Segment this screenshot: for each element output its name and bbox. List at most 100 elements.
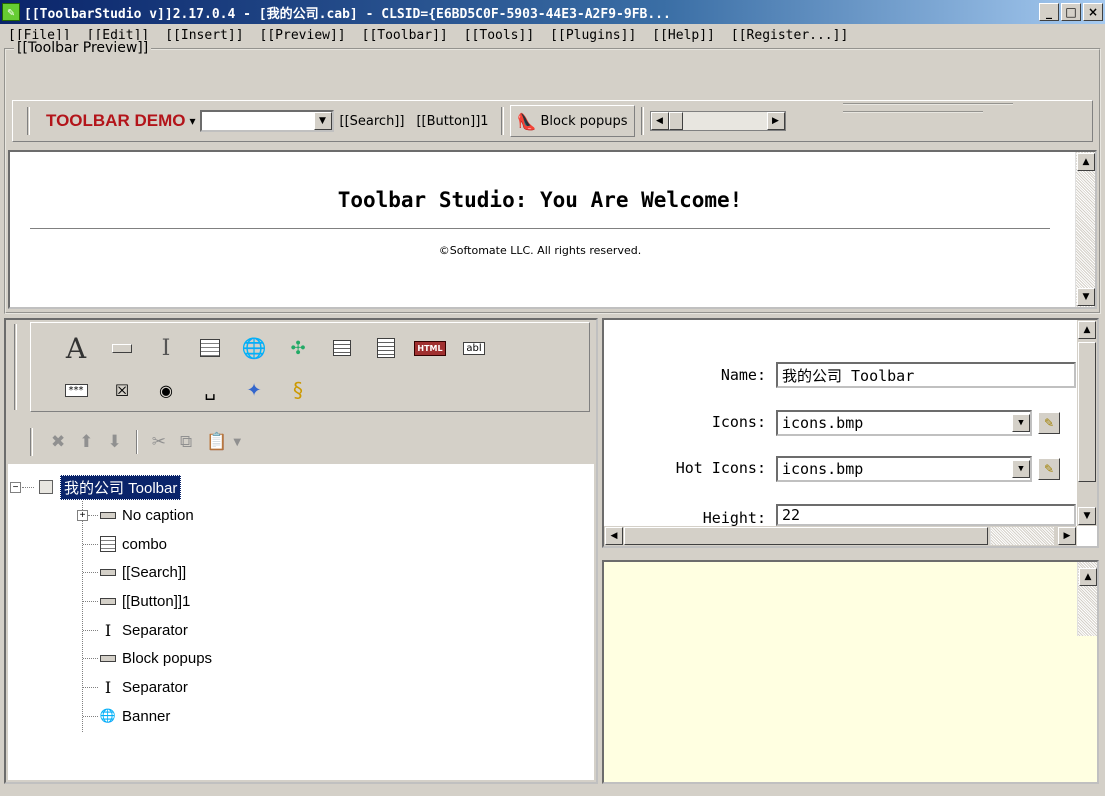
search-button[interactable]: [[Search]]: [340, 114, 405, 129]
banner-scrollbar[interactable]: ◀ ▶: [649, 111, 786, 131]
memo-icon[interactable]: [371, 333, 401, 363]
scroll-thumb[interactable]: [624, 527, 988, 545]
maximize-button[interactable]: □: [1061, 3, 1081, 21]
scroll-left-icon[interactable]: ◀: [650, 112, 669, 130]
name-field[interactable]: 我的公司 Toolbar: [776, 362, 1076, 388]
tree-item-search[interactable]: [[Search]]: [98, 560, 186, 584]
menu-tools[interactable]: [[Tools]]: [464, 28, 534, 43]
icons-label: Icons:: [711, 413, 766, 431]
text-icon[interactable]: A: [61, 332, 91, 365]
button-icon[interactable]: [107, 333, 137, 363]
cut-icon[interactable]: ✂: [152, 432, 166, 452]
toolbar-grip[interactable]: [27, 107, 30, 135]
delete-icon[interactable]: ✖: [51, 432, 65, 452]
tree-item-no-caption[interactable]: No caption: [98, 503, 194, 527]
tree-item-block-popups[interactable]: Block popups: [98, 646, 212, 670]
chevron-down-icon[interactable]: ▼: [1012, 414, 1030, 432]
expand-no-caption-icon[interactable]: +: [77, 510, 88, 521]
tree-guide-3: [83, 601, 98, 602]
tree-item-banner[interactable]: 🌐 Banner: [98, 704, 170, 728]
scroll-up-icon[interactable]: ▲: [1078, 321, 1096, 339]
scroll-thumb[interactable]: [1078, 342, 1096, 482]
edit-icons-icon[interactable]: ✎: [1038, 412, 1060, 434]
banner-icon: 🌐: [99, 708, 117, 723]
menu-bar: [[File]] [[Edit]] [[Insert]] [[Preview]]…: [0, 24, 1105, 46]
close-button[interactable]: ×: [1083, 3, 1103, 21]
menu-register[interactable]: [[Register...]]: [731, 28, 848, 43]
tree-guide-5: [83, 658, 98, 659]
menu-help[interactable]: [[Help]]: [652, 28, 715, 43]
scroll-down-icon[interactable]: ▼: [1078, 507, 1096, 525]
properties-vertical-scrollbar[interactable]: ▲ ▼: [1077, 320, 1097, 526]
description-vertical-scrollbar[interactable]: ▲: [1077, 562, 1097, 636]
minimize-button[interactable]: _: [1039, 3, 1059, 21]
height-field[interactable]: 22: [776, 504, 1076, 526]
chevron-down-icon[interactable]: ▼: [313, 112, 332, 130]
scroll-right-icon[interactable]: ▶: [766, 112, 785, 130]
menu-insert[interactable]: [[Insert]]: [165, 28, 243, 43]
properties-horizontal-scrollbar[interactable]: ◀ ▶: [604, 526, 1077, 546]
hot-icons-select[interactable]: icons.bmp ▼: [776, 456, 1032, 482]
separator-icon[interactable]: I: [151, 333, 181, 363]
menu-preview[interactable]: [[Preview]]: [260, 28, 346, 43]
xml-icon[interactable]: ✣: [283, 333, 313, 363]
button1[interactable]: [[Button]]1: [416, 114, 488, 129]
toolbar-combo[interactable]: ▼: [199, 110, 334, 132]
scroll-right-icon[interactable]: ▶: [1058, 527, 1076, 545]
scroll-thumb[interactable]: [668, 112, 683, 130]
tree-item-separator[interactable]: I Separator: [98, 618, 188, 642]
password-icon[interactable]: ***: [61, 375, 91, 405]
tree-item-label: [[Search]]: [122, 563, 187, 581]
copyright-text: ©Softomate LLC. All rights reserved.: [438, 244, 642, 257]
tree-root-label: 我的公司 Toolbar: [60, 474, 182, 500]
tree-item-label: combo: [122, 535, 168, 553]
menu-plugins[interactable]: [[Plugins]]: [550, 28, 636, 43]
script-icon[interactable]: §: [283, 375, 313, 405]
toolbar-brand[interactable]: TOOLBAR DEMO: [46, 111, 185, 131]
paste-icon[interactable]: 📋: [206, 432, 227, 452]
tree-item-label: Block popups: [122, 649, 213, 667]
scroll-up-icon[interactable]: ▲: [1079, 568, 1097, 586]
paste-dropdown-icon[interactable]: ▼: [233, 437, 241, 448]
radio-icon[interactable]: ◉: [151, 375, 181, 405]
tree-item-separator-2[interactable]: I Separator: [98, 675, 188, 699]
html-icon-label: HTML: [414, 340, 446, 356]
xml-button-icon[interactable]: ✦: [239, 375, 269, 405]
tree-item-label: Separator: [122, 621, 188, 639]
menu-toolbar[interactable]: [[Toolbar]]: [362, 28, 448, 43]
separator-icon: I: [104, 620, 112, 640]
textbox-icon[interactable]: [327, 333, 357, 363]
tree-item-combo[interactable]: combo: [98, 532, 167, 556]
tree-root[interactable]: 我的公司 Toolbar: [36, 474, 182, 500]
button-icon: [98, 650, 118, 666]
icons-select[interactable]: icons.bmp ▼: [776, 410, 1032, 436]
edit-hot-icons-icon[interactable]: ✎: [1038, 458, 1060, 480]
tree-item-button1[interactable]: [[Button]]1: [98, 589, 190, 613]
title-bar[interactable]: ✎ [[ToolbarStudio v]]2.17.0.4 - [我的公司.ca…: [0, 0, 1105, 24]
label-icon[interactable]: abl: [459, 333, 489, 363]
brand-dropdown-icon[interactable]: ▾: [189, 114, 195, 128]
chevron-down-icon[interactable]: ▼: [1012, 460, 1030, 478]
scroll-up-icon[interactable]: ▲: [1077, 153, 1095, 171]
move-down-icon[interactable]: ⬇: [108, 432, 122, 452]
banner-icon[interactable]: 🌐: [239, 333, 269, 363]
collapse-root-icon[interactable]: −: [10, 482, 21, 493]
palette-grip[interactable]: [14, 324, 17, 410]
scroll-left-icon[interactable]: ◀: [605, 527, 623, 545]
scroll-down-icon[interactable]: ▼: [1077, 288, 1095, 306]
actions-grip[interactable]: [30, 428, 33, 456]
move-up-icon[interactable]: ⬆: [79, 432, 93, 452]
copy-icon[interactable]: ⧉: [180, 432, 192, 452]
description-pane: ▲: [602, 560, 1099, 784]
tree-guide-1: [83, 544, 98, 545]
combo-icon[interactable]: [195, 333, 225, 363]
space-icon[interactable]: ␣: [195, 375, 225, 405]
preview-vertical-scrollbar[interactable]: ▲ ▼: [1075, 152, 1095, 307]
block-popups-button[interactable]: 👠 Block popups: [509, 105, 635, 137]
tree-guide-6: [83, 687, 98, 688]
scroll-track[interactable]: [990, 527, 1054, 545]
button-icon: [98, 564, 118, 580]
checkbox-icon[interactable]: ☒: [107, 375, 137, 405]
tree-item-label: Separator: [122, 678, 188, 696]
html-icon[interactable]: HTML: [414, 333, 446, 363]
